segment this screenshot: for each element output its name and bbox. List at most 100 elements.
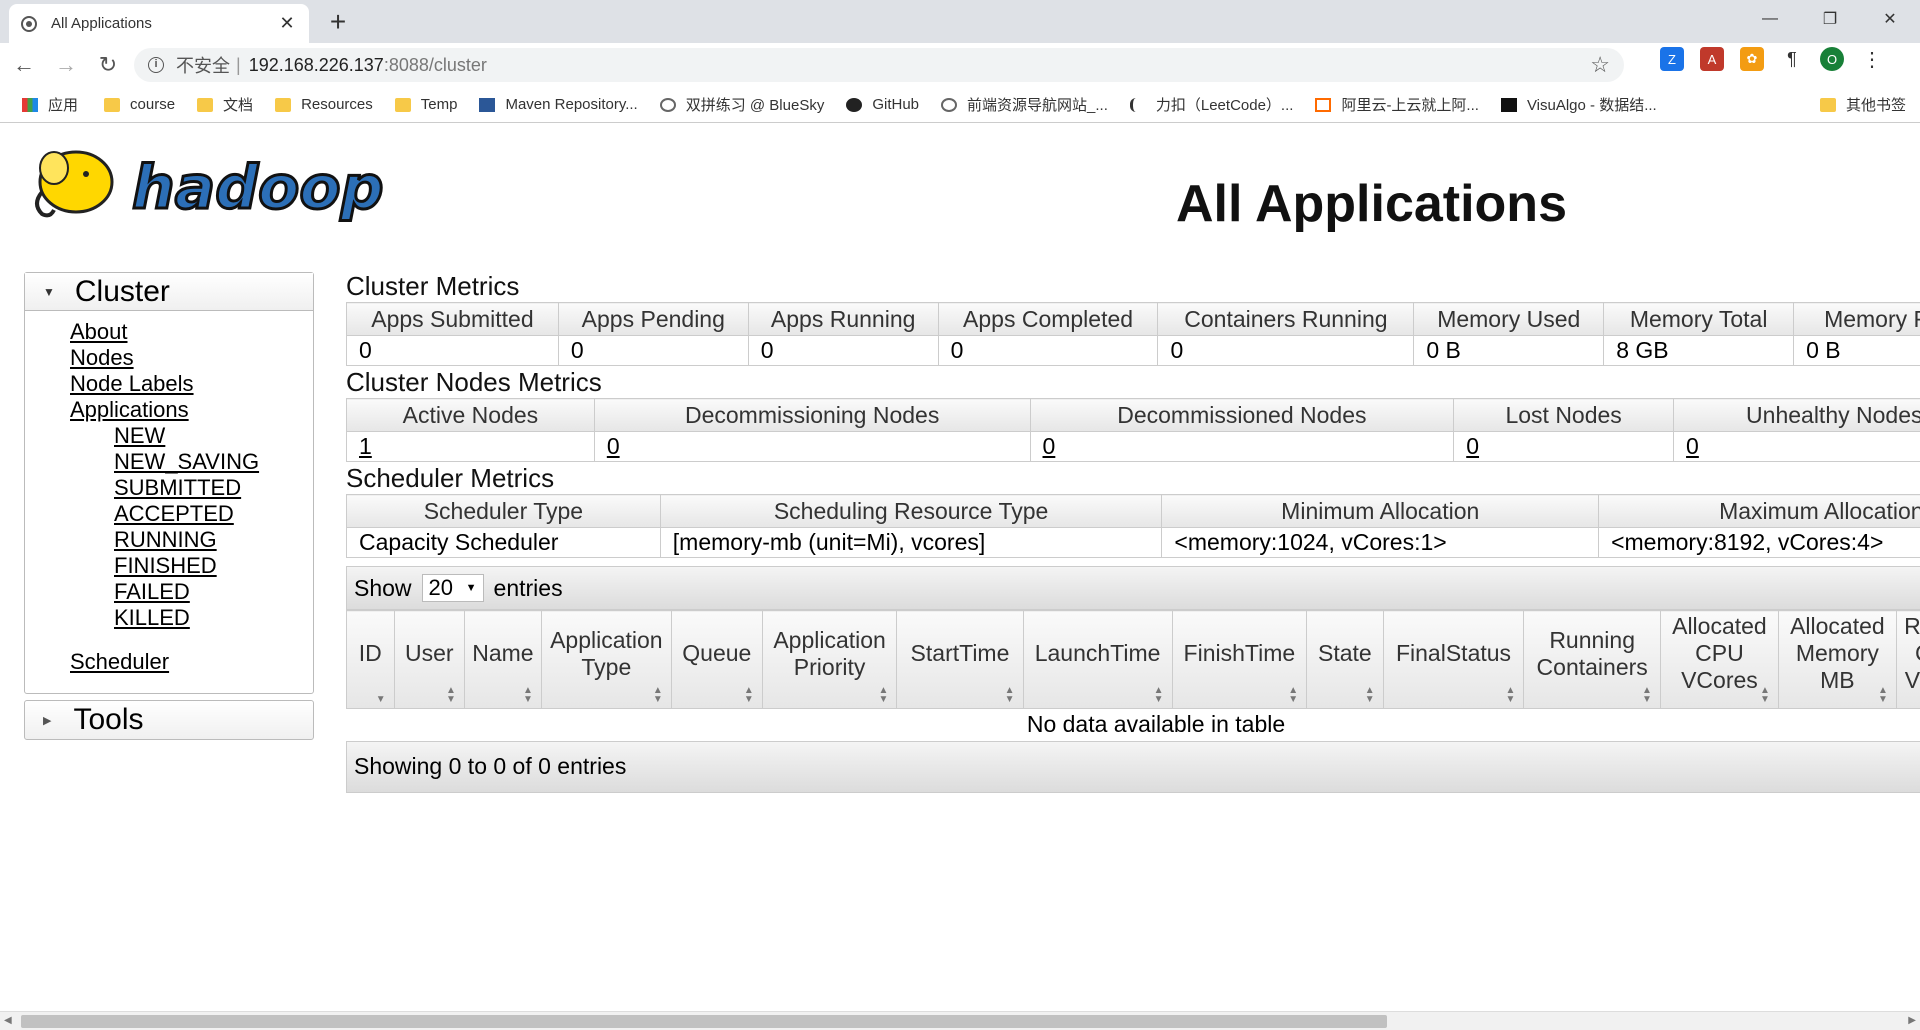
- bookmark-temp[interactable]: Temp: [394, 96, 457, 113]
- entries-select[interactable]: 20 ▼: [421, 574, 484, 602]
- column-header[interactable]: StartTime ▲ ▼: [896, 610, 1024, 709]
- nav-link-new[interactable]: NEW: [114, 423, 313, 449]
- maximize-icon[interactable]: ❐: [1800, 0, 1860, 38]
- bookmark-star-icon[interactable]: ☆: [1590, 52, 1610, 78]
- column-header[interactable]: Allocated CPU VCores ▲ ▼: [1659, 610, 1779, 709]
- scroll-left-icon[interactable]: ◀: [4, 1015, 12, 1026]
- extension-orange-icon[interactable]: ✿: [1740, 47, 1764, 71]
- bookmark-aliyun[interactable]: 阿里云-上云就上阿...: [1315, 94, 1479, 115]
- extension-pilcrow-icon[interactable]: ¶: [1780, 47, 1804, 71]
- bookmark-label: 力扣（LeetCode）...: [1155, 97, 1294, 114]
- bookmark-bluesky[interactable]: 双拼练习 @ BlueSky: [659, 94, 825, 115]
- apps-grid-icon: [22, 97, 38, 112]
- scroll-right-icon[interactable]: ▶: [1908, 1015, 1916, 1026]
- table-header: Minimum Allocation: [1161, 494, 1600, 528]
- column-header[interactable]: ID ▼: [346, 610, 395, 709]
- nav-link-accepted[interactable]: ACCEPTED: [114, 501, 313, 527]
- column-header[interactable]: Application Priority ▲ ▼: [761, 610, 898, 709]
- empty-table-message: No data available in table: [1026, 711, 1286, 738]
- back-arrow-icon[interactable]: ←: [6, 47, 42, 83]
- column-header[interactable]: Name ▲ ▼: [463, 610, 542, 709]
- menu-dots-icon[interactable]: ⋮: [1860, 47, 1884, 71]
- profile-avatar[interactable]: O: [1820, 47, 1844, 71]
- new-tab-button[interactable]: +: [322, 6, 354, 38]
- node-metrics-table: Active Nodes Decommissioning Nodes Decom…: [346, 398, 1920, 462]
- column-header[interactable]: State ▲ ▼: [1306, 610, 1384, 709]
- bookmark-label: 双拼练习 @ BlueSky: [685, 97, 825, 114]
- nav-link-nodes[interactable]: Nodes: [70, 345, 313, 371]
- column-header[interactable]: LaunchTime ▲ ▼: [1022, 610, 1173, 709]
- scrollbar-thumb[interactable]: [21, 1015, 1387, 1028]
- extension-pdf-icon[interactable]: A: [1700, 47, 1724, 71]
- address-bar[interactable]: i 不安全 | 192.168.226.137:8088/cluster ☆: [134, 48, 1624, 82]
- table-header: Memory Used: [1413, 302, 1605, 336]
- column-label: Name: [472, 640, 534, 666]
- bookmark-course[interactable]: course: [104, 96, 175, 113]
- bookmark-leetcode[interactable]: 力扣（LeetCode）...: [1129, 94, 1294, 115]
- nav-link-submitted[interactable]: SUBMITTED: [114, 475, 313, 501]
- table-info: Showing 0 to 0 of 0 entries: [354, 753, 627, 779]
- table-cell: 0 B: [1793, 335, 1920, 366]
- other-bookmarks[interactable]: 其他书签: [1819, 94, 1906, 115]
- sort-both-icon: ▲ ▼: [1505, 685, 1516, 705]
- column-header[interactable]: Application Type ▲ ▼: [540, 610, 672, 709]
- globe-icon: [21, 15, 37, 32]
- nav-link-new-saving[interactable]: NEW_SAVING: [114, 449, 313, 475]
- bookmark-frontend-nav[interactable]: 前端资源导航网站_...: [941, 94, 1108, 115]
- info-icon[interactable]: i: [148, 57, 164, 73]
- column-label: ID: [358, 640, 382, 666]
- sort-both-icon: ▲ ▼: [743, 685, 754, 705]
- hadoop-logo[interactable]: hadoop: [28, 140, 398, 230]
- bookmark-label: GitHub: [872, 96, 920, 113]
- bookmark-docs[interactable]: 文档: [197, 94, 253, 115]
- column-header[interactable]: FinalStatus ▲ ▼: [1382, 610, 1525, 709]
- nav-link-running[interactable]: RUNNING: [114, 527, 313, 553]
- nav-link-node-labels[interactable]: Node Labels: [70, 371, 313, 397]
- horizontal-scrollbar[interactable]: ◀ ▶: [0, 1011, 1920, 1030]
- nav-link-failed[interactable]: FAILED: [114, 579, 313, 605]
- table-header: Active Nodes: [346, 398, 595, 432]
- column-header[interactable]: Rese CP VCor▲▼: [1895, 610, 1920, 709]
- nav-link-killed[interactable]: KILLED: [114, 605, 313, 631]
- sort-both-icon: ▲ ▼: [1153, 685, 1164, 705]
- bookmark-maven[interactable]: Maven Repository...: [479, 96, 638, 113]
- bookmark-label: 阿里云-上云就上阿...: [1341, 97, 1479, 114]
- nav-link-finished[interactable]: FINISHED: [114, 553, 313, 579]
- bookmark-visualgo[interactable]: VisuAlgo - 数据结...: [1500, 94, 1657, 115]
- nav-link-scheduler[interactable]: Scheduler: [70, 649, 313, 675]
- decommissioned-nodes-link[interactable]: 0: [1043, 433, 1056, 459]
- browser-tab[interactable]: All Applications ✕: [9, 4, 309, 43]
- column-header[interactable]: FinishTime ▲ ▼: [1171, 610, 1308, 709]
- table-header: Scheduler Type: [346, 494, 661, 528]
- column-header[interactable]: User ▲ ▼: [393, 610, 465, 709]
- github-icon: [846, 97, 863, 112]
- column-header[interactable]: Allocated Memory MB ▲ ▼: [1777, 610, 1897, 709]
- active-nodes-link[interactable]: 1: [359, 433, 372, 459]
- nav-link-about[interactable]: About: [70, 319, 313, 345]
- table-cell: Capacity Scheduler: [346, 527, 661, 558]
- close-window-icon[interactable]: ✕: [1860, 0, 1920, 38]
- sort-desc-icon: ▼: [375, 694, 386, 705]
- bookmark-github[interactable]: GitHub: [846, 96, 919, 113]
- minimize-icon[interactable]: —: [1740, 0, 1800, 38]
- reload-icon[interactable]: ↻: [90, 47, 126, 83]
- bookmark-apps[interactable]: 应用: [22, 94, 78, 115]
- tab-close-icon[interactable]: ✕: [277, 13, 297, 34]
- globe-icon: [941, 97, 958, 112]
- maven-icon: [479, 97, 496, 112]
- cluster-section-toggle[interactable]: ▼ Cluster: [25, 273, 313, 311]
- triangle-right-icon: ▶: [43, 714, 52, 727]
- tools-section-toggle[interactable]: ▶ Tools: [24, 700, 314, 740]
- column-header[interactable]: Running Containers ▲ ▼: [1523, 610, 1661, 709]
- bookmark-resources[interactable]: Resources: [275, 96, 373, 113]
- table-cell: 8 GB: [1603, 335, 1795, 366]
- nav-link-applications[interactable]: Applications: [70, 397, 313, 423]
- table-header: Decommissioned Nodes: [1029, 398, 1455, 432]
- unhealthy-nodes-link[interactable]: 0: [1686, 433, 1699, 459]
- extension-z-icon[interactable]: Z: [1660, 47, 1684, 71]
- lost-nodes-link[interactable]: 0: [1466, 433, 1479, 459]
- decommissioning-nodes-link[interactable]: 0: [607, 433, 620, 459]
- bookmark-label: Maven Repository...: [505, 96, 638, 113]
- column-header[interactable]: Queue ▲ ▼: [670, 610, 763, 709]
- forward-arrow-icon[interactable]: →: [48, 47, 84, 83]
